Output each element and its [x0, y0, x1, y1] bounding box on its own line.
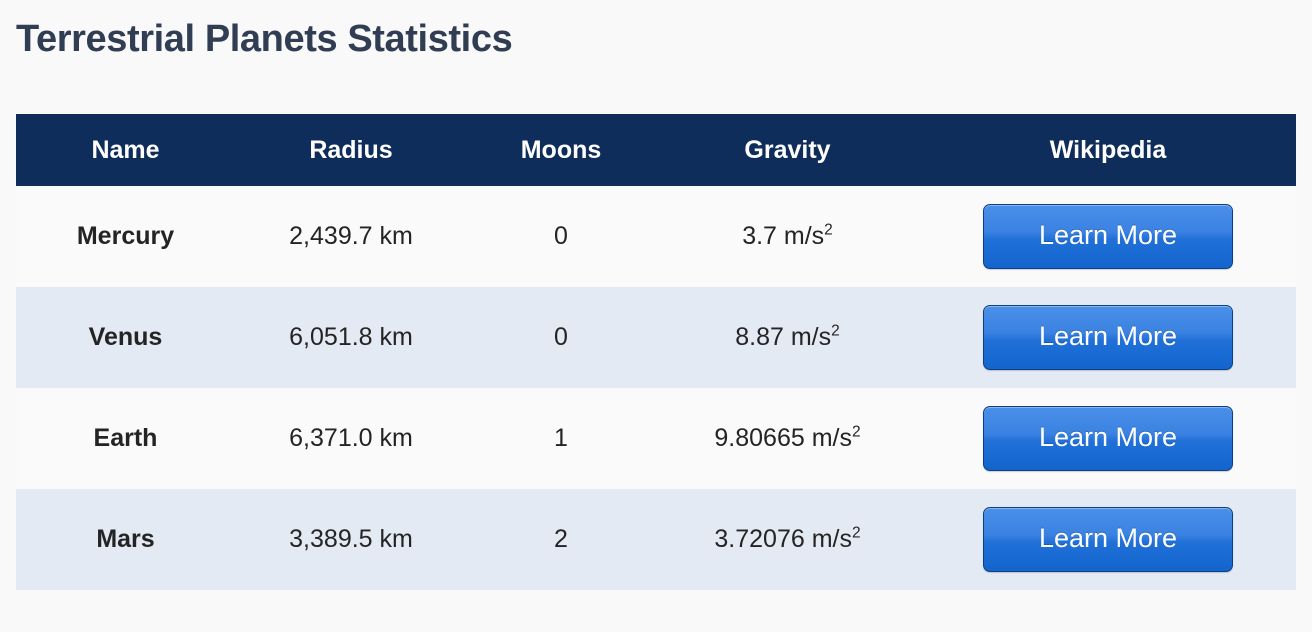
gravity-exponent: 2	[831, 322, 840, 340]
cell-gravity: 3.7 m/s2	[655, 186, 920, 287]
table-header: Name Radius Moons Gravity Wikipedia	[16, 114, 1296, 186]
cell-gravity: 3.72076 m/s2	[655, 489, 920, 590]
cell-moons: 1	[554, 424, 568, 452]
cell-radius: 6,371.0 km	[289, 424, 413, 452]
table-row: Earth 6,371.0 km 1 9.80665 m/s2 Learn Mo…	[16, 388, 1296, 489]
column-header-name: Name	[16, 114, 235, 186]
cell-radius: 6,051.8 km	[289, 323, 413, 351]
table-row: Mars 3,389.5 km 2 3.72076 m/s2 Learn Mor…	[16, 489, 1296, 590]
column-header-wikipedia: Wikipedia	[920, 114, 1296, 186]
gravity-exponent: 2	[851, 524, 861, 542]
cell-wikipedia: Learn More	[920, 388, 1296, 489]
gravity-exponent: 2	[824, 221, 833, 239]
cell-wikipedia: Learn More	[920, 489, 1296, 590]
gravity-value: 3.72076 m/s	[714, 525, 852, 553]
learn-more-button[interactable]: Learn More	[983, 305, 1233, 370]
cell-planet-name: Mercury	[76, 222, 175, 250]
learn-more-button[interactable]: Learn More	[983, 204, 1233, 269]
table-row: Venus 6,051.8 km 0 8.87 m/s2 Learn More	[16, 287, 1296, 388]
cell-planet-name: Earth	[93, 424, 158, 452]
planets-table: Name Radius Moons Gravity Wikipedia Merc…	[16, 114, 1296, 590]
cell-planet-name: Mars	[96, 525, 155, 553]
cell-planet-name: Venus	[88, 323, 163, 351]
gravity-value: 3.7 m/s	[742, 222, 825, 250]
cell-wikipedia: Learn More	[920, 287, 1296, 388]
column-header-moons: Moons	[467, 114, 655, 186]
cell-wikipedia: Learn More	[920, 186, 1296, 287]
cell-radius: 3,389.5 km	[289, 525, 413, 553]
table-body: Mercury 2,439.7 km 0 3.7 m/s2 Learn More…	[16, 186, 1296, 590]
cell-moons: 2	[554, 525, 568, 553]
table-row: Mercury 2,439.7 km 0 3.7 m/s2 Learn More	[16, 186, 1296, 287]
cell-moons: 0	[554, 222, 568, 250]
page-title: Terrestrial Planets Statistics	[16, 18, 513, 60]
cell-moons: 0	[554, 323, 568, 351]
page-root: Terrestrial Planets Statistics Name Radi…	[0, 0, 1312, 632]
learn-more-button[interactable]: Learn More	[983, 507, 1233, 572]
column-header-gravity: Gravity	[655, 114, 920, 186]
gravity-exponent: 2	[851, 423, 861, 441]
cell-radius: 2,439.7 km	[289, 222, 413, 250]
cell-gravity: 8.87 m/s2	[655, 287, 920, 388]
learn-more-button[interactable]: Learn More	[983, 406, 1233, 471]
cell-gravity: 9.80665 m/s2	[655, 388, 920, 489]
table-header-row: Name Radius Moons Gravity Wikipedia	[16, 114, 1296, 186]
column-header-radius: Radius	[235, 114, 467, 186]
planets-table-container: Name Radius Moons Gravity Wikipedia Merc…	[16, 114, 1296, 590]
gravity-value: 8.87 m/s	[735, 323, 832, 351]
gravity-value: 9.80665 m/s	[714, 424, 852, 452]
